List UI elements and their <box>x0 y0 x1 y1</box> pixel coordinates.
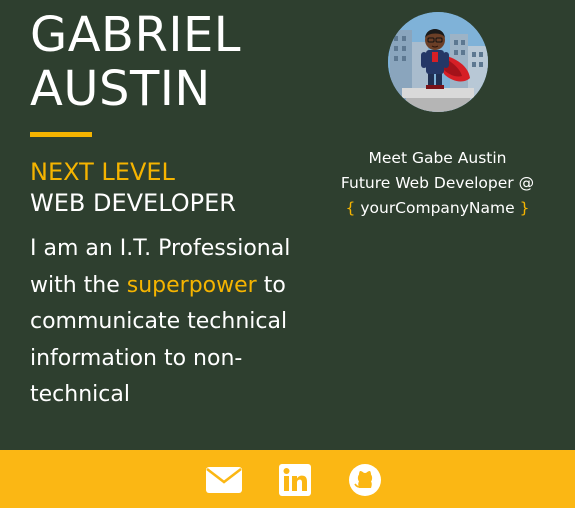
bio-highlight: superpower <box>126 272 257 298</box>
tagline-highlight: NEXT LEVEL <box>30 158 175 186</box>
github-icon <box>349 464 381 496</box>
name-first: GABRIEL <box>30 7 242 63</box>
email-icon <box>206 467 242 493</box>
company-line: { yourCompanyName } <box>330 196 545 221</box>
name-last: AUSTIN <box>30 61 211 117</box>
tagline-role: WEB DEVELOPER <box>30 189 236 217</box>
footer-bar <box>0 450 575 508</box>
tagline: NEXT LEVEL WEB DEVELOPER <box>30 157 300 219</box>
accent-divider <box>30 132 92 137</box>
role-line: Future Web Developer @ <box>340 174 535 192</box>
avatar <box>388 12 488 112</box>
email-link[interactable] <box>206 463 242 497</box>
hero-section: GABRIEL AUSTIN NEXT LEVEL WEB DEVELOPER … <box>30 8 300 436</box>
linkedin-link[interactable] <box>277 463 313 497</box>
bio-text: I am an I.T. Professional with the super… <box>30 231 300 414</box>
open-brace: { <box>345 199 356 217</box>
meet-line: Meet Gabe Austin <box>368 149 507 167</box>
company-name: yourCompanyName <box>355 199 520 217</box>
portfolio-page: GABRIEL AUSTIN NEXT LEVEL WEB DEVELOPER … <box>0 0 575 508</box>
intro-card: Meet Gabe Austin Future Web Developer @ … <box>330 146 545 221</box>
page-title: GABRIEL AUSTIN <box>30 8 300 116</box>
github-link[interactable] <box>347 463 383 497</box>
close-brace: } <box>519 199 530 217</box>
linkedin-icon <box>279 464 311 496</box>
superhero-avatar-image <box>388 12 488 112</box>
